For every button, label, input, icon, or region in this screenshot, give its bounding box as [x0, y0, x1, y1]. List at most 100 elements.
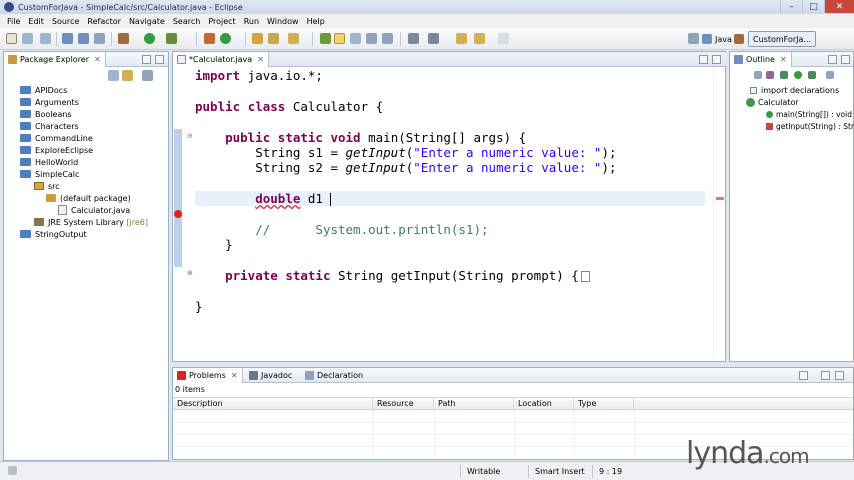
- menu-search[interactable]: Search: [169, 17, 204, 26]
- menu-file[interactable]: File: [3, 17, 24, 26]
- maximize-view-icon[interactable]: [841, 55, 850, 64]
- new-icon[interactable]: [6, 33, 17, 44]
- minimize-button[interactable]: –: [780, 0, 802, 13]
- collapse-icon[interactable]: ⊖: [187, 133, 193, 140]
- collapse-all-icon[interactable]: [108, 70, 119, 81]
- overview-ruler[interactable]: [713, 67, 725, 361]
- new-dropdown-icon[interactable]: [22, 33, 33, 44]
- next-edit-icon[interactable]: [408, 33, 419, 44]
- close-window-button[interactable]: ✕: [824, 0, 854, 13]
- tree-item-helloworld[interactable]: HelloWorld: [20, 156, 78, 168]
- menu-help[interactable]: Help: [303, 17, 329, 26]
- perspective-debug[interactable]: [734, 31, 747, 47]
- java-editor[interactable]: *Calculator.java ✕ ⊖ ⊕ import java.io.*;…: [172, 51, 727, 362]
- menu-project[interactable]: Project: [204, 17, 239, 26]
- hide-local-types-icon[interactable]: [808, 71, 816, 79]
- vertical-ruler[interactable]: [173, 67, 185, 361]
- menu-edit[interactable]: Edit: [24, 17, 48, 26]
- open-icon[interactable]: [40, 33, 51, 44]
- view-menu-icon[interactable]: [826, 71, 834, 79]
- column-path[interactable]: Path: [434, 398, 514, 411]
- tree-item-exploreeclipse[interactable]: ExploreEclipse: [20, 144, 93, 156]
- menu-refactor[interactable]: Refactor: [83, 17, 125, 26]
- last-edit-icon[interactable]: [498, 33, 509, 44]
- open-type-icon[interactable]: [252, 33, 263, 44]
- tree-item-src[interactable]: src: [34, 180, 60, 192]
- hide-fields-icon[interactable]: [766, 71, 774, 79]
- show-whitespace-icon[interactable]: [350, 33, 361, 44]
- save-icon[interactable]: [62, 33, 73, 44]
- forward-icon[interactable]: [474, 33, 485, 44]
- tab-calculator-java[interactable]: *Calculator.java ✕: [173, 52, 269, 67]
- tab-problems[interactable]: Problems ✕: [173, 368, 243, 383]
- tab-declaration[interactable]: Declaration: [301, 368, 367, 383]
- folded-code-icon[interactable]: [580, 271, 590, 282]
- expand-icon[interactable]: ⊕: [187, 270, 193, 277]
- menu-navigate[interactable]: Navigate: [125, 17, 169, 26]
- column-type[interactable]: Type: [574, 398, 634, 411]
- view-menu-icon[interactable]: [142, 70, 153, 81]
- new-java-project-icon[interactable]: [204, 33, 215, 44]
- link-with-editor-icon[interactable]: [122, 70, 133, 81]
- show-source-icon[interactable]: [382, 33, 393, 44]
- tab-outline[interactable]: Outline ✕: [730, 52, 792, 67]
- close-icon[interactable]: ✕: [780, 55, 787, 64]
- minimize-view-icon[interactable]: [821, 371, 830, 380]
- hide-nonpublic-icon[interactable]: [794, 71, 802, 79]
- close-icon[interactable]: ✕: [257, 55, 264, 64]
- toggle-mark-occurrences-icon[interactable]: [334, 33, 345, 44]
- run-icon[interactable]: [144, 33, 155, 44]
- maximize-view-icon[interactable]: [835, 371, 844, 380]
- outline-item-calculator[interactable]: Calculator: [746, 96, 799, 108]
- minimize-view-icon[interactable]: [142, 55, 151, 64]
- column-description[interactable]: Description: [173, 398, 373, 411]
- perspective-java[interactable]: Java: [702, 31, 732, 47]
- tree-item-booleans[interactable]: Booleans: [20, 108, 72, 120]
- tree-item-simplecalc[interactable]: SimpleCalc: [20, 168, 79, 180]
- external-tools-icon[interactable]: [166, 33, 177, 44]
- menu-run[interactable]: Run: [240, 17, 263, 26]
- menu-window[interactable]: Window: [263, 17, 303, 26]
- perspective-custom[interactable]: CustomForJa...: [748, 31, 817, 47]
- tree-item-default-package[interactable]: (default package): [46, 192, 131, 204]
- search-icon[interactable]: [268, 33, 279, 44]
- error-marker[interactable]: [716, 197, 724, 200]
- minimize-view-icon[interactable]: [699, 55, 708, 64]
- sort-icon[interactable]: [754, 71, 762, 79]
- tree-item-arguments[interactable]: Arguments: [20, 96, 79, 108]
- save-all-icon[interactable]: [78, 33, 89, 44]
- tree-item-calculator-java[interactable]: Calculator.java: [58, 204, 130, 216]
- pen-icon[interactable]: [288, 33, 299, 44]
- menu-source[interactable]: Source: [48, 17, 83, 26]
- debug-icon[interactable]: [118, 33, 129, 44]
- tree-item-stringoutput[interactable]: StringOutput: [20, 228, 87, 240]
- block-selection-icon[interactable]: [366, 33, 377, 44]
- new-class-icon[interactable]: [220, 33, 231, 44]
- column-location[interactable]: Location: [514, 398, 574, 411]
- print-icon[interactable]: [94, 33, 105, 44]
- close-icon[interactable]: ✕: [94, 55, 101, 64]
- maximize-button[interactable]: □: [802, 0, 824, 13]
- tab-package-explorer[interactable]: Package Explorer ✕: [4, 52, 106, 67]
- outline-item-main[interactable]: main(String[]) : void: [766, 108, 852, 120]
- next-annotation-icon[interactable]: [320, 33, 331, 44]
- back-icon[interactable]: [456, 33, 467, 44]
- tree-item-jre-library[interactable]: JRE System Library [jre6]: [34, 216, 148, 228]
- maximize-view-icon[interactable]: [155, 55, 164, 64]
- outline-item-imports[interactable]: import declarations: [750, 84, 839, 96]
- tree-item-characters[interactable]: Characters: [20, 120, 79, 132]
- outline-item-getinput[interactable]: getInput(String) : String: [766, 120, 854, 132]
- tab-javadoc[interactable]: Javadoc: [245, 368, 296, 383]
- tree-item-commandline[interactable]: CommandLine: [20, 132, 93, 144]
- minimize-view-icon[interactable]: [828, 55, 837, 64]
- fast-view-icon[interactable]: [8, 466, 17, 475]
- column-resource[interactable]: Resource: [373, 398, 434, 411]
- error-icon[interactable]: [174, 210, 182, 218]
- hide-static-icon[interactable]: [780, 71, 788, 79]
- prev-edit-icon[interactable]: [428, 33, 439, 44]
- tree-item-apidocs[interactable]: APIDocs: [20, 84, 67, 96]
- maximize-view-icon[interactable]: [712, 55, 721, 64]
- view-menu-icon[interactable]: [799, 371, 808, 380]
- open-perspective-icon[interactable]: [688, 33, 699, 44]
- close-icon[interactable]: ✕: [231, 371, 238, 380]
